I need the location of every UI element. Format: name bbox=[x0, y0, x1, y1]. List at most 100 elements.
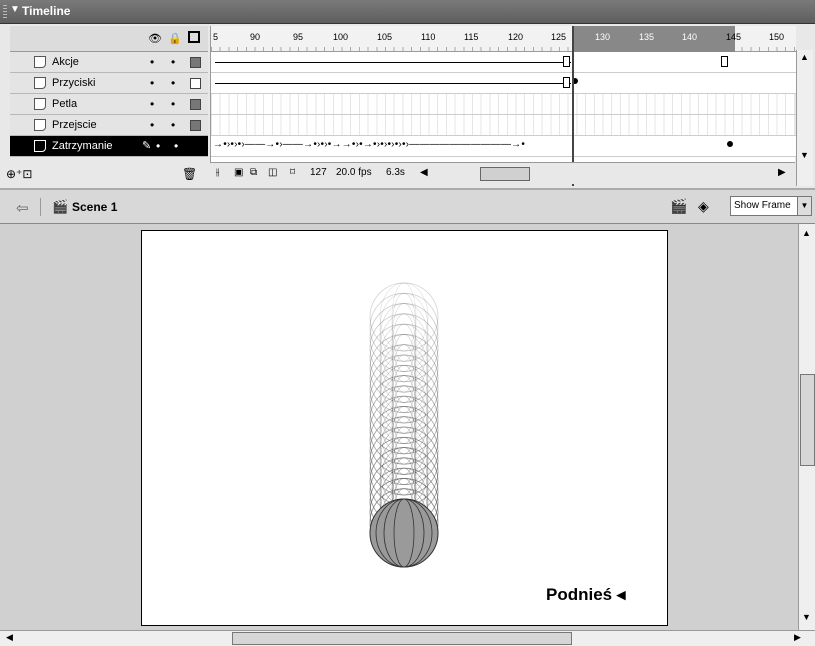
timeline-vertical-scrollbar[interactable]: ▲ ▼ bbox=[796, 50, 813, 186]
layer-icon bbox=[34, 98, 46, 110]
timeline-panel: 👁 🔒 Akcje • • Przyciski • • Petla • • Pr… bbox=[0, 24, 815, 188]
layer-name: Przejscie bbox=[52, 119, 97, 131]
lock-icon[interactable]: 🔒 bbox=[168, 32, 182, 45]
layer-icon bbox=[34, 140, 46, 152]
horizontal-scroll-thumb[interactable] bbox=[232, 632, 572, 645]
collapse-arrow-icon[interactable]: ▼ bbox=[10, 4, 20, 15]
ruler-label: 90 bbox=[250, 32, 261, 42]
work-area[interactable]: Podnieś ◂ bbox=[0, 224, 798, 630]
layer-row[interactable]: Przyciski • • bbox=[10, 73, 208, 94]
zoom-select[interactable]: Show Frame ▼ bbox=[730, 196, 812, 216]
frame-row[interactable] bbox=[211, 52, 796, 73]
visibility-dot[interactable]: • bbox=[150, 55, 154, 69]
frames-area[interactable]: 5 90 95 100 105 110 115 120 125 130 135 … bbox=[210, 26, 796, 186]
stage[interactable]: Podnieś ◂ bbox=[141, 230, 668, 626]
outline-square[interactable] bbox=[190, 99, 201, 110]
visibility-dot[interactable]: • bbox=[150, 97, 154, 111]
stage-button-label[interactable]: Podnieś ◂ bbox=[546, 585, 625, 605]
lock-dot[interactable]: • bbox=[171, 97, 175, 111]
layer-name: Zatrzymanie bbox=[52, 140, 113, 152]
layer-icon bbox=[34, 56, 46, 68]
edit-scene-icon[interactable]: 🎬 bbox=[670, 198, 687, 215]
stage-vertical-scrollbar[interactable]: ▲ ▼ bbox=[798, 224, 815, 630]
layer-name: Petla bbox=[52, 98, 78, 110]
timeline-status-bar: ⫲ ▣ ⧉ ◫ ⌑ 127 20.0 fps 6.3s ◀ ▶ bbox=[210, 162, 795, 184]
frame-row[interactable] bbox=[211, 73, 796, 94]
ruler-label: 110 bbox=[421, 32, 436, 42]
edit-symbol-icon[interactable]: ◈ bbox=[698, 198, 709, 215]
frame-rate[interactable]: 20.0 fps bbox=[336, 167, 372, 178]
onion-skin-outlines-icon[interactable]: ⧉ bbox=[250, 167, 257, 178]
outline-square[interactable] bbox=[190, 120, 201, 131]
keyframe-marker[interactable] bbox=[563, 77, 570, 88]
trash-icon[interactable]: 🗑 bbox=[182, 167, 197, 181]
stage-horizontal-scrollbar[interactable]: ◀ ▶ bbox=[0, 630, 815, 646]
layer-header: 👁 🔒 bbox=[10, 26, 208, 52]
ball-current-frame[interactable] bbox=[369, 498, 439, 568]
grip-icon[interactable] bbox=[3, 5, 7, 19]
visibility-dot[interactable]: • bbox=[150, 76, 154, 90]
layer-row[interactable]: Akcje • • bbox=[10, 52, 208, 73]
outline-icon[interactable] bbox=[188, 31, 200, 43]
scroll-left-icon[interactable]: ◀ bbox=[420, 167, 428, 178]
chevron-down-icon[interactable]: ▼ bbox=[797, 197, 811, 215]
layer-name: Akcje bbox=[52, 56, 79, 68]
layer-list: 👁 🔒 Akcje • • Przyciski • • Petla • • Pr… bbox=[6, 26, 208, 188]
layer-row-selected[interactable]: Zatrzymanie ✎ • • bbox=[10, 136, 208, 157]
frame-row[interactable] bbox=[211, 94, 796, 115]
layer-row[interactable]: Przejscie • • bbox=[10, 115, 208, 136]
lock-dot[interactable]: • bbox=[174, 139, 178, 153]
modify-onion-markers-icon[interactable]: ⌑ bbox=[290, 167, 295, 178]
onion-skin-ball[interactable] bbox=[142, 231, 669, 627]
keyframe-dot[interactable] bbox=[727, 141, 733, 147]
lock-dot[interactable]: • bbox=[171, 55, 175, 69]
scroll-right-icon[interactable]: ▶ bbox=[794, 632, 801, 643]
ruler-label: 125 bbox=[551, 32, 567, 42]
ruler-label: 5 bbox=[213, 32, 219, 42]
scroll-down-icon[interactable]: ▼ bbox=[802, 612, 811, 622]
scroll-right-icon[interactable]: ▶ bbox=[778, 167, 786, 178]
layer-footer: ⊕⁺⊡ 🗑 bbox=[6, 164, 208, 186]
elapsed-time: 6.3s bbox=[386, 167, 405, 178]
visibility-dot[interactable]: • bbox=[156, 139, 160, 153]
layer-row[interactable]: Petla • • bbox=[10, 94, 208, 115]
layer-icon bbox=[34, 119, 46, 131]
keyframe-marker[interactable] bbox=[721, 56, 728, 67]
current-frame: 127 bbox=[310, 167, 327, 178]
eye-icon[interactable]: 👁 bbox=[148, 32, 162, 45]
ruler-label: 120 bbox=[508, 32, 524, 42]
frame-row[interactable] bbox=[211, 115, 796, 136]
back-arrow-icon[interactable]: ⇦ bbox=[16, 199, 29, 217]
onion-skin-icon[interactable]: ▣ bbox=[234, 167, 243, 178]
scene-icon: 🎬 bbox=[52, 199, 69, 214]
zoom-select-value: Show Frame bbox=[734, 200, 791, 211]
layer-icon bbox=[34, 77, 46, 89]
scroll-up-icon[interactable]: ▲ bbox=[800, 52, 809, 62]
frame-span-line bbox=[215, 62, 571, 63]
scene-name[interactable]: Scene 1 bbox=[72, 200, 117, 214]
timeline-titlebar[interactable]: ▼ Timeline bbox=[0, 0, 815, 24]
outline-square[interactable] bbox=[190, 57, 201, 68]
scroll-left-icon[interactable]: ◀ bbox=[6, 632, 13, 643]
edit-multiple-frames-icon[interactable]: ◫ bbox=[268, 167, 277, 178]
vertical-scroll-thumb[interactable] bbox=[800, 374, 815, 466]
keyframe-marker[interactable] bbox=[563, 56, 570, 67]
outline-square[interactable] bbox=[190, 78, 201, 89]
frame-row[interactable]: →•›•›•›——→•›——→•›•›•→→•›•→•›•›•›•›•›————… bbox=[211, 136, 796, 157]
lock-dot[interactable]: • bbox=[171, 118, 175, 132]
timeline-scroll-thumb[interactable] bbox=[480, 167, 530, 181]
ruler-label: 105 bbox=[377, 32, 393, 42]
scroll-down-icon[interactable]: ▼ bbox=[800, 150, 809, 160]
ruler-label: 150 bbox=[769, 32, 785, 42]
center-frame-icon[interactable]: ⫲ bbox=[216, 167, 219, 178]
visibility-dot[interactable]: • bbox=[150, 118, 154, 132]
ruler-label: 130 bbox=[595, 32, 611, 42]
add-layer-icon[interactable]: ⊕⁺⊡ bbox=[6, 167, 32, 181]
scroll-up-icon[interactable]: ▲ bbox=[802, 228, 811, 238]
ruler-label: 100 bbox=[333, 32, 349, 42]
frame-ruler[interactable]: 5 90 95 100 105 110 115 120 125 130 135 … bbox=[211, 26, 796, 52]
divider bbox=[40, 198, 41, 216]
ruler-label: 145 bbox=[726, 32, 742, 42]
lock-dot[interactable]: • bbox=[171, 76, 175, 90]
layer-name: Przyciski bbox=[52, 77, 96, 89]
